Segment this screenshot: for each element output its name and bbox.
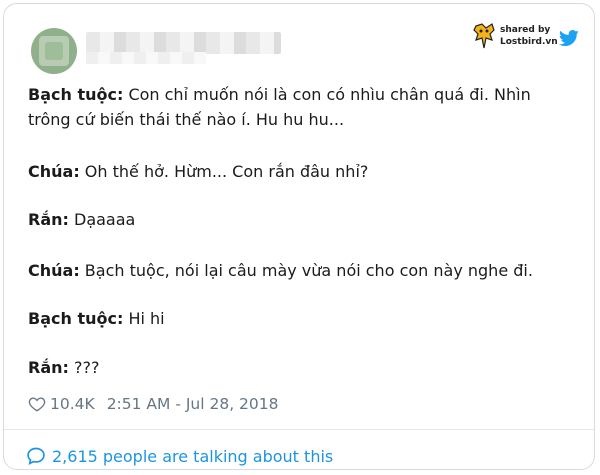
line-text: Oh thế hở. Hừm... Con rắn đâu nhỉ? [79,162,369,181]
line-text: Hi hi [123,309,165,328]
author-name-redacted[interactable] [86,32,281,54]
conversation-link[interactable]: 2,615 people are talking about this [26,444,333,468]
timestamp[interactable]: 2:51 AM - Jul 28, 2018 [107,395,279,413]
lostbird-logo-icon [473,23,495,49]
tweet-line: Bạch tuộc: Con chỉ muốn nói là con có nh… [28,83,531,106]
tweet-line: Rắn: Dạaaaa [28,208,135,231]
author-handle-redacted [86,52,206,64]
shared-by-badge: shared by Lostbird.vn [472,22,582,56]
speaker-label: Bạch tuộc: [28,309,124,328]
comment-bubble-icon [27,447,45,466]
avatar[interactable] [31,28,77,74]
tweet-line: trông cứ biến thái thế nào í. Hu hu hu..… [28,108,344,131]
tweet-line: Chúa: Oh thế hở. Hừm... Con rắn đâu nhỉ? [28,160,368,183]
speaker-label: Rắn: [28,358,69,377]
speaker-label: Bạch tuộc: [28,85,124,104]
speaker-label: Rắn: [28,210,69,229]
twitter-bird-icon[interactable] [558,30,580,48]
tweet-line: Chúa: Bạch tuộc, nói lại câu mày vừa nói… [28,259,533,282]
speaker-label: Chúa: [28,261,80,280]
shared-by-label: shared by [500,25,551,35]
like-count[interactable]: 10.4K [50,395,95,413]
divider [4,429,594,430]
tweet-line: Bạch tuộc: Hi hi [28,307,165,330]
line-text: Bạch tuộc, nói lại câu mày vừa nói cho c… [79,261,533,280]
line-text: trông cứ biến thái thế nào í. Hu hu hu..… [28,110,345,129]
line-text: Dạaaaa [68,210,136,229]
tweet-line: Rắn: ??? [28,356,99,379]
tweet-card: shared by Lostbird.vn Bạch tuộc: Con chỉ… [3,3,595,470]
conversation-link-label[interactable]: 2,615 people are talking about this [52,447,333,466]
tweet-meta: 10.4K 2:51 AM - Jul 28, 2018 [28,392,279,416]
line-text: Con chỉ muốn nói là con có nhìu chân quá… [123,85,531,104]
avatar-blur-inner [45,42,63,60]
shared-by-site: Lostbird.vn [500,37,558,47]
line-text: ??? [68,358,100,377]
heart-icon[interactable] [28,395,46,413]
speaker-label: Chúa: [28,162,80,181]
